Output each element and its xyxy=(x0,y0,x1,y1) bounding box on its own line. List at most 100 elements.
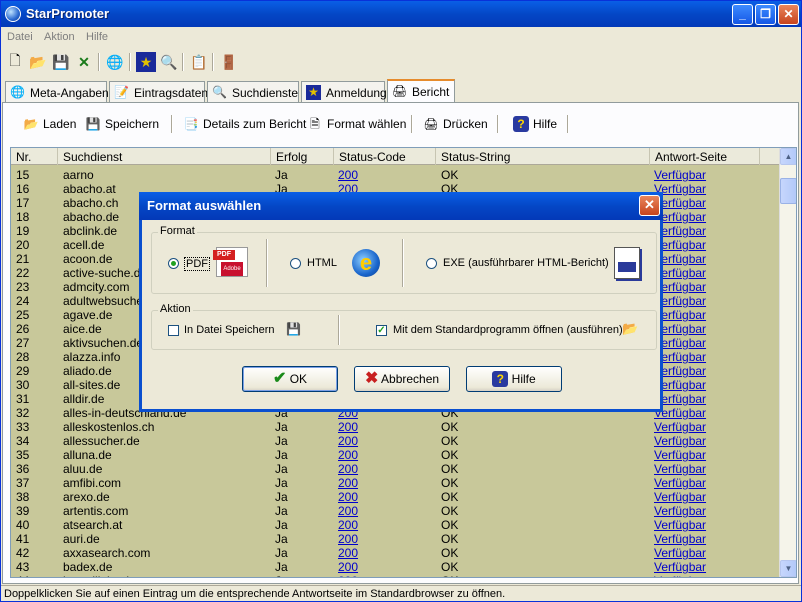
open-folder-icon[interactable]: 📂 xyxy=(28,52,48,72)
col-header-status-code[interactable]: Status-Code xyxy=(334,148,436,165)
tab-suchdienste[interactable]: 🔍 Suchdienste xyxy=(207,81,299,102)
star-icon[interactable]: ★ xyxy=(136,52,156,72)
table-row[interactable]: 15 aarno Ja 200 OK Verfügbar xyxy=(11,168,779,182)
scroll-up-button[interactable]: ▲ xyxy=(780,148,796,165)
col-header-suchdienst[interactable]: Suchdienst xyxy=(58,148,271,165)
html-label[interactable]: HTML xyxy=(307,257,337,269)
minimize-button[interactable]: _ xyxy=(732,4,753,25)
menu-hilfe[interactable]: Hilfe xyxy=(86,31,108,43)
cell-antwort-seite[interactable]: Verfügbar xyxy=(654,490,706,504)
save-file-checkbox[interactable] xyxy=(168,325,179,336)
dialog-close-button[interactable]: ✕ xyxy=(639,195,660,216)
search-globe-icon[interactable]: 🔍 xyxy=(159,52,179,72)
cell-antwort-seite[interactable]: Verfügbar xyxy=(654,448,706,462)
table-row[interactable]: 33 alleskostenlos.ch Ja 200 OK Verfügbar xyxy=(11,420,779,434)
cell-antwort-seite[interactable]: Verfügbar xyxy=(654,434,706,448)
cell-status-code[interactable]: 200 xyxy=(338,462,358,476)
table-row[interactable]: 35 alluna.de Ja 200 OK Verfügbar xyxy=(11,448,779,462)
cell-status-code[interactable]: 200 xyxy=(338,476,358,490)
col-header-status-string[interactable]: Status-String xyxy=(436,148,650,165)
table-row[interactable]: 36 aluu.de Ja 200 OK Verfügbar xyxy=(11,462,779,476)
pdf-radio[interactable] xyxy=(168,258,179,269)
cell-status-code[interactable]: 200 xyxy=(338,532,358,546)
cell-antwort-seite[interactable]: Verfügbar xyxy=(654,168,706,182)
load-button[interactable]: 📂 Laden xyxy=(21,115,77,135)
table-row[interactable]: 44 bastellinks.de Ja 200 OK Verfügbar xyxy=(11,574,779,577)
table-row[interactable]: 41 auri.de Ja 200 OK Verfügbar xyxy=(11,532,779,546)
cell-antwort-seite[interactable]: Verfügbar xyxy=(654,574,706,577)
cell-erfolg: Ja xyxy=(275,504,288,518)
table-row[interactable]: 38 arexo.de Ja 200 OK Verfügbar xyxy=(11,490,779,504)
cell-status-code[interactable]: 200 xyxy=(338,574,358,577)
details-button[interactable]: 📑 Details zum Bericht xyxy=(181,115,307,135)
ok-button[interactable]: ✔ OK xyxy=(242,366,338,392)
action-group-label: Aktion xyxy=(158,303,193,315)
col-header-antwort-seite[interactable]: Antwort-Seite xyxy=(650,148,760,165)
cell-status-code[interactable]: 200 xyxy=(338,434,358,448)
cell-status-code[interactable]: 200 xyxy=(338,546,358,560)
open-default-checkbox[interactable]: ✓ xyxy=(376,325,387,336)
cell-erfolg: Ja xyxy=(275,532,288,546)
tab-anmeldung[interactable]: ★ Anmeldung xyxy=(301,81,387,102)
pdf-icon-badge: PDF xyxy=(213,250,235,260)
tab-bericht[interactable]: 🖨 Bericht xyxy=(387,79,455,103)
new-file-icon[interactable]: 🗋 xyxy=(5,52,25,72)
scroll-thumb[interactable] xyxy=(780,178,796,204)
table-row[interactable]: 43 badex.de Ja 200 OK Verfügbar xyxy=(11,560,779,574)
table-row[interactable]: 34 allessucher.de Ja 200 OK Verfügbar xyxy=(11,434,779,448)
cell-status-code[interactable]: 200 xyxy=(338,168,358,182)
cell-antwort-seite[interactable]: Verfügbar xyxy=(654,476,706,490)
menu-aktion[interactable]: Aktion xyxy=(44,31,75,43)
exit-door-icon[interactable]: 🚪 xyxy=(219,52,239,72)
cell-antwort-seite[interactable]: Verfügbar xyxy=(654,462,706,476)
document-icon[interactable]: 📋 xyxy=(189,52,209,72)
format-button[interactable]: 🗎 Format wählen xyxy=(305,115,406,135)
table-row[interactable]: 42 axxasearch.com Ja 200 OK Verfügbar xyxy=(11,546,779,560)
window-title: StarPromoter xyxy=(26,6,110,21)
cell-erfolg: Ja xyxy=(275,574,288,577)
cell-status-code[interactable]: 200 xyxy=(338,490,358,504)
cell-status-code[interactable]: 200 xyxy=(338,420,358,434)
table-row[interactable]: 37 amfibi.com Ja 200 OK Verfügbar xyxy=(11,476,779,490)
save-button[interactable]: 💾 Speichern xyxy=(83,115,160,135)
delete-icon[interactable]: ✕ xyxy=(74,52,94,72)
open-default-label[interactable]: Mit dem Standardprogramm öffnen (ausführ… xyxy=(393,324,623,336)
globe-arrow-icon[interactable]: 🌐 xyxy=(105,52,125,72)
close-button[interactable]: ✕ xyxy=(778,4,799,25)
html-radio[interactable] xyxy=(290,258,301,269)
cell-status-code[interactable]: 200 xyxy=(338,560,358,574)
table-row[interactable]: 39 artentis.com Ja 200 OK Verfügbar xyxy=(11,504,779,518)
maximize-button[interactable]: ❐ xyxy=(755,4,776,25)
exe-label[interactable]: EXE (ausführbarer HTML-Bericht) xyxy=(443,257,609,269)
cancel-button[interactable]: ✖ Abbrechen xyxy=(354,366,450,392)
tab-eintragsdaten[interactable]: 📝 Eintragsdaten xyxy=(109,81,208,102)
cell-nr: 38 xyxy=(16,490,30,504)
col-header-erfolg[interactable]: Erfolg xyxy=(271,148,334,165)
app-globe-icon xyxy=(5,6,21,22)
cell-antwort-seite[interactable]: Verfügbar xyxy=(654,546,706,560)
cell-status-code[interactable]: 200 xyxy=(338,448,358,462)
dialog-help-button[interactable]: ? Hilfe xyxy=(466,366,562,392)
menu-datei[interactable]: Datei xyxy=(7,31,33,43)
cell-antwort-seite[interactable]: Verfügbar xyxy=(654,560,706,574)
cell-antwort-seite[interactable]: Verfügbar xyxy=(654,420,706,434)
tab-meta-angaben[interactable]: 🌐 Meta-Angaben xyxy=(5,81,109,102)
cell-antwort-seite[interactable]: Verfügbar xyxy=(654,532,706,546)
exe-radio[interactable] xyxy=(426,258,437,269)
col-header-nr[interactable]: Nr. xyxy=(11,148,58,165)
table-row[interactable]: 40 atsearch.at Ja 200 OK Verfügbar xyxy=(11,518,779,532)
print-button[interactable]: 🖨 Drücken xyxy=(421,115,487,135)
cell-antwort-seite[interactable]: Verfügbar xyxy=(654,504,706,518)
exe-report-icon xyxy=(614,247,640,279)
save-icon[interactable]: 💾 xyxy=(51,52,71,72)
cell-status-string: OK xyxy=(441,518,459,532)
cell-status-code[interactable]: 200 xyxy=(338,518,358,532)
format-dialog: Format auswählen ✕ Format PDF PDF Adobe … xyxy=(139,192,663,412)
pdf-label[interactable]: PDF xyxy=(184,257,210,271)
vertical-scrollbar[interactable]: ▲ ▼ xyxy=(779,148,796,577)
help-button[interactable]: ? Hilfe xyxy=(511,115,557,135)
save-file-label[interactable]: In Datei Speichern xyxy=(184,324,275,336)
cell-status-code[interactable]: 200 xyxy=(338,504,358,518)
cell-antwort-seite[interactable]: Verfügbar xyxy=(654,518,706,532)
scroll-down-button[interactable]: ▼ xyxy=(780,560,796,577)
